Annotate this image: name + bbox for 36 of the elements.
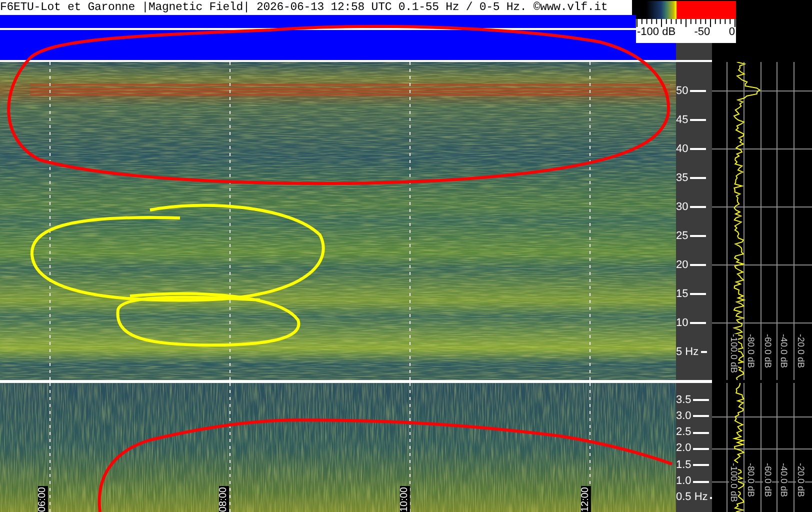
- db-label: -60.0 dB: [763, 463, 772, 498]
- db-label: -100.0 dB: [729, 463, 738, 502]
- frequency-label: 1.5: [676, 460, 692, 471]
- frequency-label: 3.0: [676, 410, 692, 422]
- frequency-label: 40: [676, 144, 688, 154]
- time-label: 06:00: [38, 486, 48, 512]
- db-label: -80.0 dB: [746, 334, 755, 368]
- frequency-label: 35: [676, 172, 688, 184]
- frequency-label: 20: [676, 260, 688, 270]
- frequency-label: 1.0: [676, 476, 692, 488]
- frequency-label: 45: [676, 114, 688, 126]
- axis-background: [676, 42, 712, 60]
- frequency-label: 3.5: [676, 394, 692, 406]
- frequency-label: 5 Hz: [676, 346, 699, 358]
- scale-label: -100 dB: [637, 27, 676, 38]
- scale-label: -50: [694, 27, 710, 38]
- frequency-label: 10: [676, 318, 688, 328]
- db-label: -20.0 dB: [796, 334, 805, 368]
- db-label: -20.0 dB: [796, 463, 805, 498]
- time-label: 08:00: [219, 486, 229, 512]
- frequency-label: 25: [676, 230, 688, 242]
- frequency-label: 0.5 Hz: [676, 492, 708, 504]
- frequency-label: 2.5: [676, 427, 692, 438]
- time-label: 12:00: [581, 486, 591, 512]
- frequency-label: 15: [676, 288, 688, 300]
- db-label: -80.0 dB: [746, 463, 755, 498]
- frequency-label: 30: [676, 202, 688, 212]
- frequency-label: 2.0: [676, 443, 692, 454]
- window-title: F6ETU-Lot et Garonne |Magnetic Field| 2026-06-13 12:58 UTC 0.1-55 Hz / 0-5 Hz. ©www.vlf.it: [0, 2, 608, 14]
- frequency-label: 50: [676, 86, 688, 96]
- db-label: -100.0 dB: [729, 334, 738, 374]
- time-label: 10:00: [400, 486, 410, 512]
- db-label: -40.0 dB: [779, 463, 788, 498]
- scale-label: 0: [728, 27, 735, 38]
- db-label: -60.0 dB: [763, 334, 772, 368]
- db-label: -40.0 dB: [779, 334, 788, 368]
